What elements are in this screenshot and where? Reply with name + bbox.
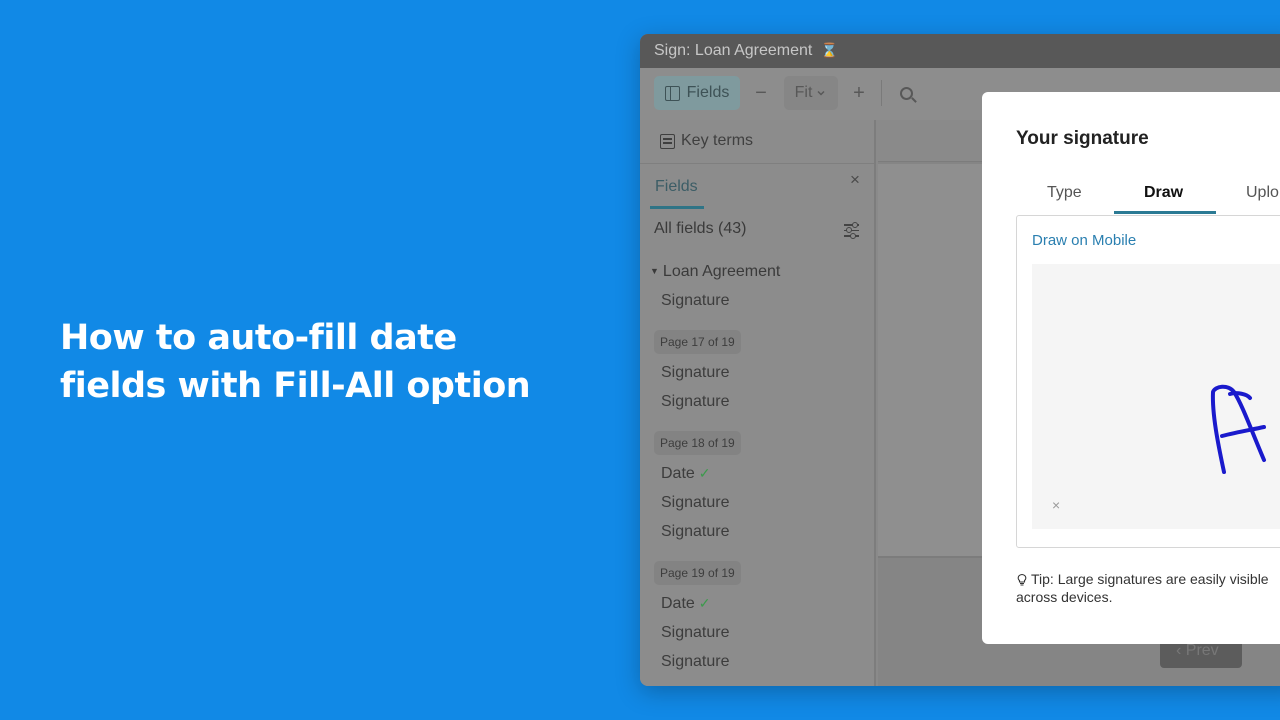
field-item-signature[interactable]: Signature	[661, 624, 730, 642]
group-name: Loan Agreement	[662, 263, 781, 280]
zoom-select-label: Fit	[794, 84, 813, 101]
lightbulb-icon	[1017, 573, 1027, 586]
zoom-out-button[interactable]: −	[750, 76, 772, 110]
active-tab-indicator	[1114, 211, 1216, 214]
filter-settings-icon[interactable]	[844, 222, 859, 238]
key-terms-label: Key terms	[681, 132, 754, 149]
page-badge: Page 18 of 19	[654, 431, 741, 455]
field-item-signature[interactable]: Signature	[661, 364, 730, 382]
modal-title: Your signature	[1016, 128, 1149, 149]
check-icon: ✓	[698, 465, 711, 481]
tab-type[interactable]: Type	[1047, 184, 1082, 202]
toolbar-divider	[881, 80, 882, 106]
check-icon: ✓	[698, 595, 711, 611]
field-item-signature[interactable]: Signature	[661, 653, 730, 671]
tip-line-2: across devices.	[1016, 589, 1113, 605]
signature-stroke	[1210, 384, 1266, 474]
tab-fields[interactable]: Fields	[650, 176, 704, 209]
tab-upload[interactable]: Uplo	[1246, 184, 1279, 202]
zoom-select[interactable]: Fit	[784, 76, 838, 110]
document-icon	[660, 134, 675, 149]
field-item-label: Date	[661, 465, 695, 482]
headline: How to auto-fill date fields with Fill-A…	[60, 314, 580, 410]
field-item-label: Date	[661, 595, 695, 612]
headline-line-2: fields with Fill-All option	[60, 366, 531, 406]
fields-sidebar: Key terms Fields × All fields (43) ▼ Loan…	[640, 120, 876, 686]
fields-toggle-label: Fields	[686, 84, 730, 101]
group-loan-agreement[interactable]: ▼ Loan Agreement	[650, 263, 780, 281]
chevron-left-icon: ‹	[1176, 642, 1186, 659]
prev-label: Prev	[1185, 642, 1219, 659]
field-item-date[interactable]: Date ✓	[661, 595, 711, 613]
hourglass-icon: ⌛	[820, 42, 839, 58]
field-item-signature[interactable]: Signature	[661, 523, 730, 541]
key-terms-item[interactable]: Key terms	[640, 120, 874, 164]
window-title: Sign: Loan Agreement	[654, 42, 813, 59]
page-badge: Page 17 of 19	[654, 330, 741, 354]
field-item-signature[interactable]: Signature	[661, 494, 730, 512]
headline-line-1: How to auto-fill date	[60, 318, 457, 358]
page-badge: Page 19 of 19	[654, 561, 741, 585]
sidebar-panel-icon	[664, 85, 680, 101]
all-fields-count: All fields (43)	[654, 220, 747, 237]
signature-canvas[interactable]: ×	[1032, 264, 1280, 529]
tip-line-1: Tip: Large signatures are easily visible	[1031, 571, 1269, 587]
field-item-date[interactable]: Date ✓	[661, 465, 711, 483]
search-button[interactable]	[894, 76, 918, 110]
chevron-down-icon	[817, 90, 825, 96]
caret-down-icon: ▼	[650, 266, 659, 276]
tab-draw[interactable]: Draw	[1144, 184, 1183, 202]
fields-toggle-button[interactable]: Fields	[654, 76, 740, 110]
close-icon[interactable]: ×	[850, 170, 860, 190]
field-item-signature[interactable]: Signature	[661, 292, 730, 310]
tip-text: Tip: Large signatures are easily visible…	[1016, 570, 1280, 606]
draw-on-mobile-link[interactable]: Draw on Mobile	[1032, 232, 1136, 249]
search-icon	[899, 86, 913, 100]
draw-panel: Draw on Mobile ×	[1016, 215, 1280, 548]
clear-signature-icon[interactable]: ×	[1052, 497, 1060, 513]
zoom-in-button[interactable]: +	[847, 76, 871, 110]
signature-modal: Your signature Type Draw Uplo Draw on Mo…	[982, 92, 1280, 644]
field-item-signature[interactable]: Signature	[661, 393, 730, 411]
title-bar: Sign: Loan Agreement ⌛	[640, 34, 1280, 68]
